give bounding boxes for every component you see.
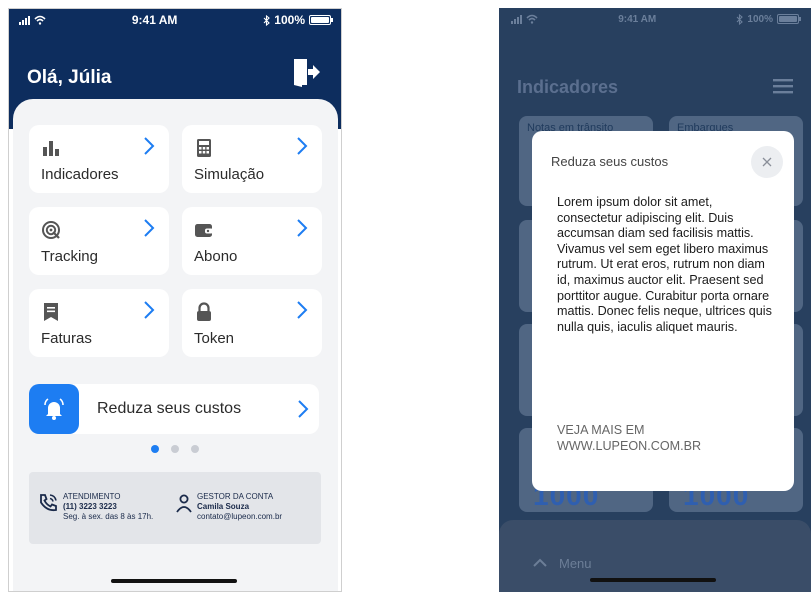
carousel-dots <box>151 445 199 453</box>
reduce-costs-banner[interactable]: Reduza seus custos <box>29 384 319 434</box>
signal-icon <box>511 14 522 24</box>
card-label: Token <box>194 330 235 347</box>
carousel-dot[interactable] <box>151 445 159 453</box>
receipt-icon <box>44 303 58 321</box>
status-bar: 9:41 AM 100% <box>499 8 811 30</box>
modal-title: Reduza seus custos <box>551 154 669 169</box>
card-simulacao[interactable]: Simulação <box>182 125 322 193</box>
card-label: Indicadores <box>41 166 119 183</box>
banner-icon-box <box>29 384 79 434</box>
home-indicator[interactable] <box>111 579 237 583</box>
modal-body-text: Lorem ipsum dolor sit amet, consectetur … <box>557 195 772 334</box>
attendance-phone: (11) 3223 3223 <box>63 502 117 511</box>
chevron-right-icon <box>297 137 308 155</box>
bluetooth-icon <box>737 13 744 25</box>
attendance-info[interactable]: ATENDIMENTO (11) 3223 3223 Seg. à sex. d… <box>37 492 153 522</box>
hamburger-menu-icon[interactable] <box>773 78 793 94</box>
battery-percent: 100% <box>274 13 305 27</box>
modal-link[interactable]: VEJA MAIS EM WWW.LUPEON.COM.BR <box>557 423 757 454</box>
close-icon <box>762 157 772 167</box>
bottom-menu-label: Menu <box>559 556 592 571</box>
manager-email: contato@lupeon.com.br <box>197 512 283 521</box>
status-time: 9:41 AM <box>131 13 178 27</box>
manager-name: Camila Souza <box>197 502 250 511</box>
manager-info[interactable]: GESTOR DA CONTA Camila Souza contato@lup… <box>175 492 282 522</box>
card-label: Faturas <box>41 330 92 347</box>
card-abono[interactable]: Abono <box>182 207 322 275</box>
manager-title: GESTOR DA CONTA <box>197 492 274 501</box>
banner-label: Reduza seus custos <box>97 400 242 417</box>
battery-icon <box>777 14 801 24</box>
wifi-icon <box>34 15 46 25</box>
home-screen: 9:41 AM 100% Olá, Júlia Indicadores Simu… <box>8 8 342 592</box>
wallet-icon <box>195 224 213 237</box>
status-time: 9:41 AM <box>618 13 657 25</box>
battery-icon <box>309 15 333 25</box>
chevron-up-icon <box>533 558 547 567</box>
chevron-right-icon <box>144 219 155 237</box>
status-bar: 9:41 AM 100% <box>9 9 341 31</box>
close-button[interactable] <box>751 146 783 178</box>
card-label: Simulação <box>194 166 265 183</box>
phone-icon <box>40 494 57 512</box>
attendance-hours: Seg. à sex. das 8 às 17h. <box>63 512 154 521</box>
calculator-icon <box>197 139 211 157</box>
home-panel: Indicadores Simulação Tracking Abono Fat… <box>13 99 338 591</box>
battery-percent: 100% <box>747 13 773 25</box>
greeting-title: Olá, Júlia <box>27 67 112 88</box>
carousel-dot[interactable] <box>171 445 179 453</box>
contact-box: ATENDIMENTO (11) 3223 3223 Seg. à sex. d… <box>29 472 321 544</box>
signal-icon <box>19 15 30 25</box>
wifi-icon <box>526 14 538 24</box>
lock-icon <box>197 302 211 321</box>
card-tracking[interactable]: Tracking <box>29 207 169 275</box>
chevron-right-icon <box>298 400 309 418</box>
person-icon <box>176 494 192 513</box>
attendance-title: ATENDIMENTO <box>63 492 121 501</box>
chevron-right-icon <box>144 137 155 155</box>
card-label: Abono <box>194 248 238 265</box>
logout-icon[interactable] <box>291 57 321 87</box>
bluetooth-icon <box>263 14 271 26</box>
indicators-title: Indicadores <box>517 77 619 97</box>
chevron-right-icon <box>297 301 308 319</box>
home-indicator[interactable] <box>590 578 716 582</box>
card-indicadores[interactable]: Indicadores <box>29 125 169 193</box>
radar-icon <box>42 221 60 239</box>
bar-chart-icon <box>43 141 59 156</box>
reduce-costs-modal: Reduza seus custos Lorem ipsum dolor sit… <box>532 131 794 491</box>
card-label: Tracking <box>41 248 98 265</box>
chevron-right-icon <box>297 219 308 237</box>
card-token[interactable]: Token <box>182 289 322 357</box>
card-faturas[interactable]: Faturas <box>29 289 169 357</box>
bell-icon <box>44 398 64 420</box>
chevron-right-icon <box>144 301 155 319</box>
carousel-dot[interactable] <box>191 445 199 453</box>
